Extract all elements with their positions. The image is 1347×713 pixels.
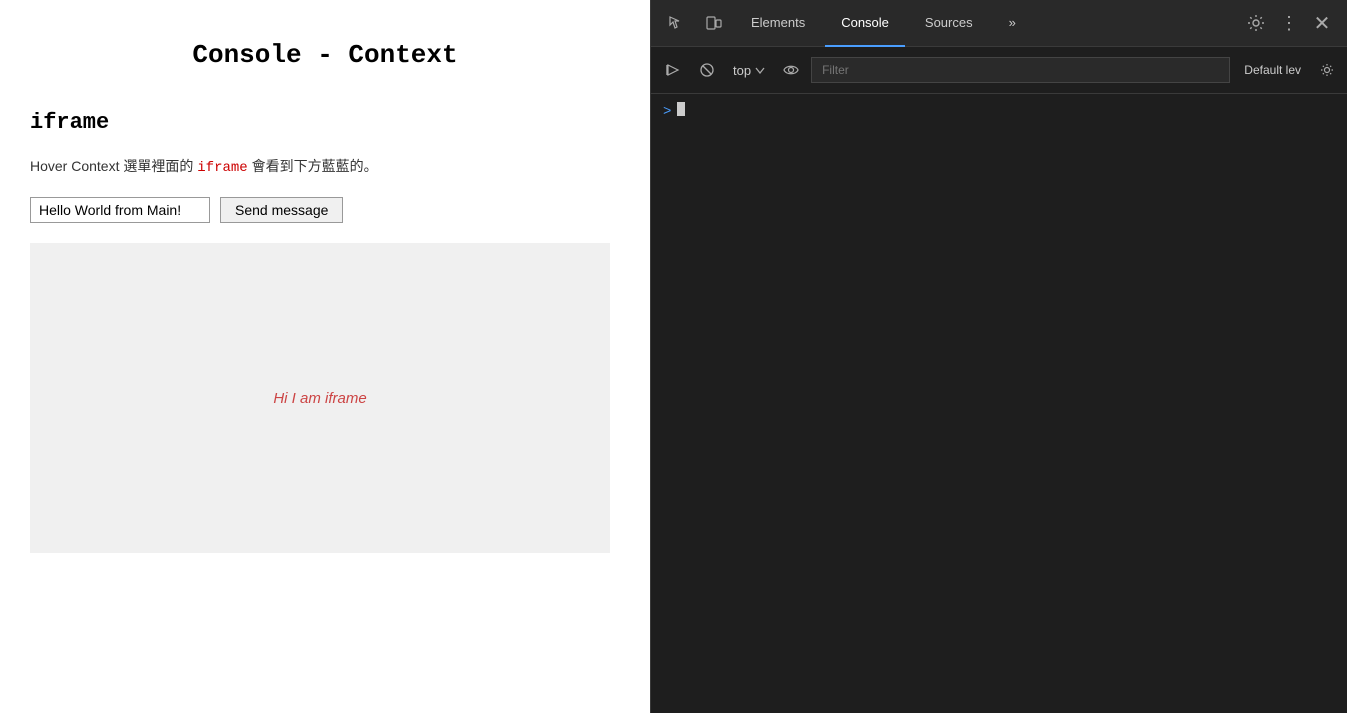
iframe-container: Hi I am iframe <box>30 243 610 553</box>
console-cursor <box>677 102 685 116</box>
console-content: > <box>651 94 1347 713</box>
context-value: top <box>733 63 751 78</box>
console-eye-button[interactable] <box>777 56 805 84</box>
devtools-panel: Elements Console Sources » ⋮ ✕ <box>650 0 1347 713</box>
console-toolbar: top Default lev <box>651 47 1347 94</box>
iframe-text: Hi I am iframe <box>273 390 366 407</box>
context-selector[interactable]: top <box>727 63 771 78</box>
console-filter-input[interactable] <box>811 57 1230 83</box>
tab-sources[interactable]: Sources <box>909 0 989 47</box>
console-clear-button[interactable] <box>659 56 687 84</box>
console-settings-button[interactable] <box>1315 58 1339 82</box>
tab-console[interactable]: Console <box>825 0 905 47</box>
main-page: Console - Context iframe Hover Context 選… <box>0 0 650 713</box>
message-input[interactable] <box>30 197 210 223</box>
page-title: Console - Context <box>30 40 620 70</box>
devtools-close-button[interactable]: ✕ <box>1305 6 1339 40</box>
tab-more[interactable]: » <box>993 0 1032 47</box>
tab-elements[interactable]: Elements <box>735 0 821 47</box>
devtools-more-button[interactable]: ⋮ <box>1277 6 1301 40</box>
input-row: Send message <box>30 197 620 223</box>
instruction-code: iframe <box>197 160 247 176</box>
instruction-prefix: Hover Context 選單裡面的 <box>30 158 197 174</box>
instruction-suffix: 會看到下方藍藍的。 <box>248 158 378 174</box>
console-ban-button[interactable] <box>693 56 721 84</box>
devtools-toolbar: Elements Console Sources » ⋮ ✕ <box>651 0 1347 47</box>
inspect-element-button[interactable] <box>659 6 693 40</box>
instruction-text: Hover Context 選單裡面的 iframe 會看到下方藍藍的。 <box>30 155 620 179</box>
responsive-mode-button[interactable] <box>697 6 731 40</box>
default-level-button[interactable]: Default lev <box>1236 57 1309 83</box>
send-message-button[interactable]: Send message <box>220 197 343 223</box>
devtools-settings-button[interactable] <box>1239 6 1273 40</box>
console-prompt: > <box>663 104 671 120</box>
iframe-heading: iframe <box>30 110 620 135</box>
